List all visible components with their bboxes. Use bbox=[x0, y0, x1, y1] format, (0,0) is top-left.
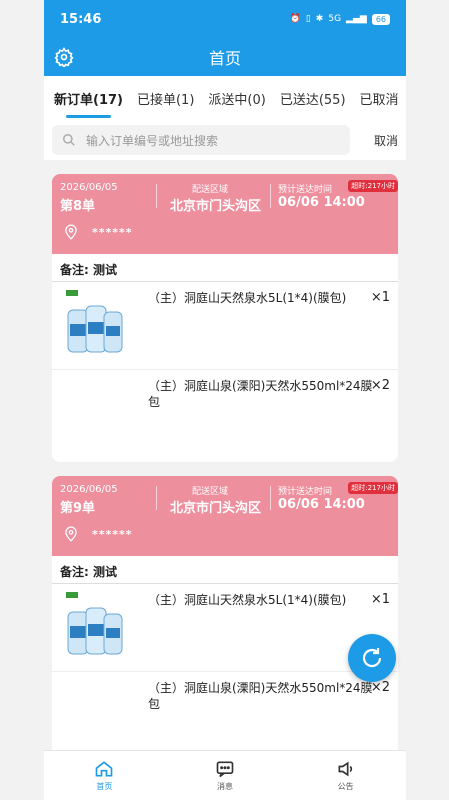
app-screen: 15:46 ⏰ ▯ ✱ 5G ▂▄▆ 66 首页 新订单(17) 已接单(1) … bbox=[44, 0, 406, 800]
eta-time: 06/06 14:00 bbox=[278, 497, 365, 512]
alarm-icon: ⏰ bbox=[289, 14, 301, 24]
delivery-area: 北京市门头沟区 bbox=[170, 199, 262, 214]
search-input[interactable]: 输入订单编号或地址搜索 bbox=[52, 125, 350, 155]
water-bottle-image bbox=[66, 290, 123, 353]
tab-delivered[interactable]: 已送达(55) bbox=[280, 89, 346, 108]
nav-announcements[interactable]: 公告 bbox=[285, 751, 406, 800]
order-card[interactable]: 2026/06/05 第9单 配送区域 北京市门头沟区 预计送达时间 06/06… bbox=[52, 476, 398, 764]
order-item: （主）洞庭山泉(溧阳)天然水550ml*24膜包 ×2 bbox=[52, 672, 398, 760]
order-card-header: 2026/06/05 第9单 配送区域 北京市门头沟区 预计送达时间 06/06… bbox=[52, 476, 398, 556]
search-row: 输入订单编号或地址搜索 取消 bbox=[44, 120, 406, 160]
order-item: （主）洞庭山泉(溧阳)天然水550ml*24膜包 ×2 bbox=[52, 370, 398, 458]
area-label: 配送区域 bbox=[192, 487, 229, 497]
order-number: 第8单 bbox=[60, 199, 96, 214]
divider bbox=[270, 486, 271, 510]
location-pin-icon bbox=[65, 526, 77, 542]
refresh-icon bbox=[362, 648, 382, 668]
eta-label: 预计送达时间 bbox=[278, 487, 333, 497]
order-number: 第9单 bbox=[60, 501, 96, 516]
tab-new-orders[interactable]: 新订单(17) bbox=[54, 89, 123, 118]
signal-icon: ▂▄▆ bbox=[346, 14, 367, 24]
vibrate-icon: ▯ bbox=[305, 14, 311, 24]
order-item: （主）洞庭山天然泉水5L(1*4)(膜包) ×1 bbox=[52, 584, 398, 672]
bottom-nav: 首页 消息 公告 bbox=[44, 750, 406, 800]
page-title: 首页 bbox=[208, 49, 241, 68]
nav-home[interactable]: 首页 bbox=[44, 751, 165, 800]
location-pin-icon bbox=[65, 224, 77, 240]
order-card-header: 2026/06/05 第8单 配送区域 北京市门头沟区 预计送达时间 06/06… bbox=[52, 174, 398, 254]
delivery-address: ****** bbox=[92, 528, 133, 541]
product-name: （主）洞庭山泉(溧阳)天然水550ml*24膜包 bbox=[148, 379, 373, 409]
divider bbox=[156, 184, 157, 208]
tab-cancelled[interactable]: 已取消 bbox=[360, 89, 399, 108]
search-icon bbox=[63, 134, 75, 146]
nav-home-label: 首页 bbox=[96, 782, 113, 791]
search-placeholder: 输入订单编号或地址搜索 bbox=[86, 133, 219, 148]
order-note: 备注: 测试 bbox=[52, 254, 398, 282]
nav-messages[interactable]: 消息 bbox=[165, 751, 286, 800]
product-name: （主）洞庭山天然泉水5L(1*4)(膜包) bbox=[148, 291, 347, 305]
order-date: 2026/06/05 bbox=[60, 484, 118, 495]
product-quantity: ×1 bbox=[370, 290, 390, 305]
overdue-badge: 超时:217小时 bbox=[348, 482, 398, 494]
order-tabs: 新订单(17) 已接单(1) 派送中(0) 已送达(55) 已取消 bbox=[44, 76, 406, 120]
nav-announcements-label: 公告 bbox=[337, 782, 354, 791]
product-quantity: ×2 bbox=[370, 680, 390, 695]
tab-delivering[interactable]: 派送中(0) bbox=[208, 89, 265, 108]
eta-time: 06/06 14:00 bbox=[278, 195, 365, 210]
signal-label: 5G bbox=[328, 14, 342, 24]
delivery-address: ****** bbox=[92, 226, 133, 239]
order-note: 备注: 测试 bbox=[52, 556, 398, 584]
delivery-area: 北京市门头沟区 bbox=[170, 501, 262, 516]
product-name: （主）洞庭山天然泉水5L(1*4)(膜包) bbox=[148, 593, 347, 607]
product-quantity: ×2 bbox=[370, 378, 390, 393]
message-icon bbox=[216, 761, 234, 778]
gear-icon[interactable] bbox=[54, 47, 74, 67]
nav-messages-label: 消息 bbox=[217, 782, 233, 791]
divider bbox=[270, 184, 271, 208]
battery-icon: 66 bbox=[371, 13, 390, 25]
order-list: 2026/06/05 第8单 配送区域 北京市门头沟区 预计送达时间 06/06… bbox=[44, 168, 406, 764]
product-quantity: ×1 bbox=[370, 592, 390, 607]
tab-accepted[interactable]: 已接单(1) bbox=[137, 89, 194, 108]
bluetooth-icon: ✱ bbox=[315, 14, 324, 24]
cancel-button[interactable]: 取消 bbox=[350, 132, 398, 149]
status-bar: 15:46 ⏰ ▯ ✱ 5G ▂▄▆ 66 bbox=[44, 0, 406, 38]
product-name: （主）洞庭山泉(溧阳)天然水550ml*24膜包 bbox=[148, 681, 373, 711]
refresh-button[interactable] bbox=[348, 634, 396, 682]
order-card[interactable]: 2026/06/05 第8单 配送区域 北京市门头沟区 预计送达时间 06/06… bbox=[52, 174, 398, 462]
status-icons: ⏰ ▯ ✱ 5G ▂▄▆ 66 bbox=[289, 13, 390, 25]
order-item: （主）洞庭山天然泉水5L(1*4)(膜包) ×1 bbox=[52, 282, 398, 370]
water-bottle-image bbox=[66, 592, 123, 655]
home-icon bbox=[95, 761, 113, 777]
announcement-icon bbox=[338, 761, 352, 777]
area-label: 配送区域 bbox=[192, 185, 229, 195]
eta-label: 预计送达时间 bbox=[278, 185, 333, 195]
overdue-badge: 超时:217小时 bbox=[348, 180, 398, 192]
order-date: 2026/06/05 bbox=[60, 182, 118, 193]
divider bbox=[156, 486, 157, 510]
status-time: 15:46 bbox=[60, 11, 102, 27]
title-bar: 首页 bbox=[44, 38, 406, 76]
app-header: 15:46 ⏰ ▯ ✱ 5G ▂▄▆ 66 首页 bbox=[44, 0, 406, 76]
